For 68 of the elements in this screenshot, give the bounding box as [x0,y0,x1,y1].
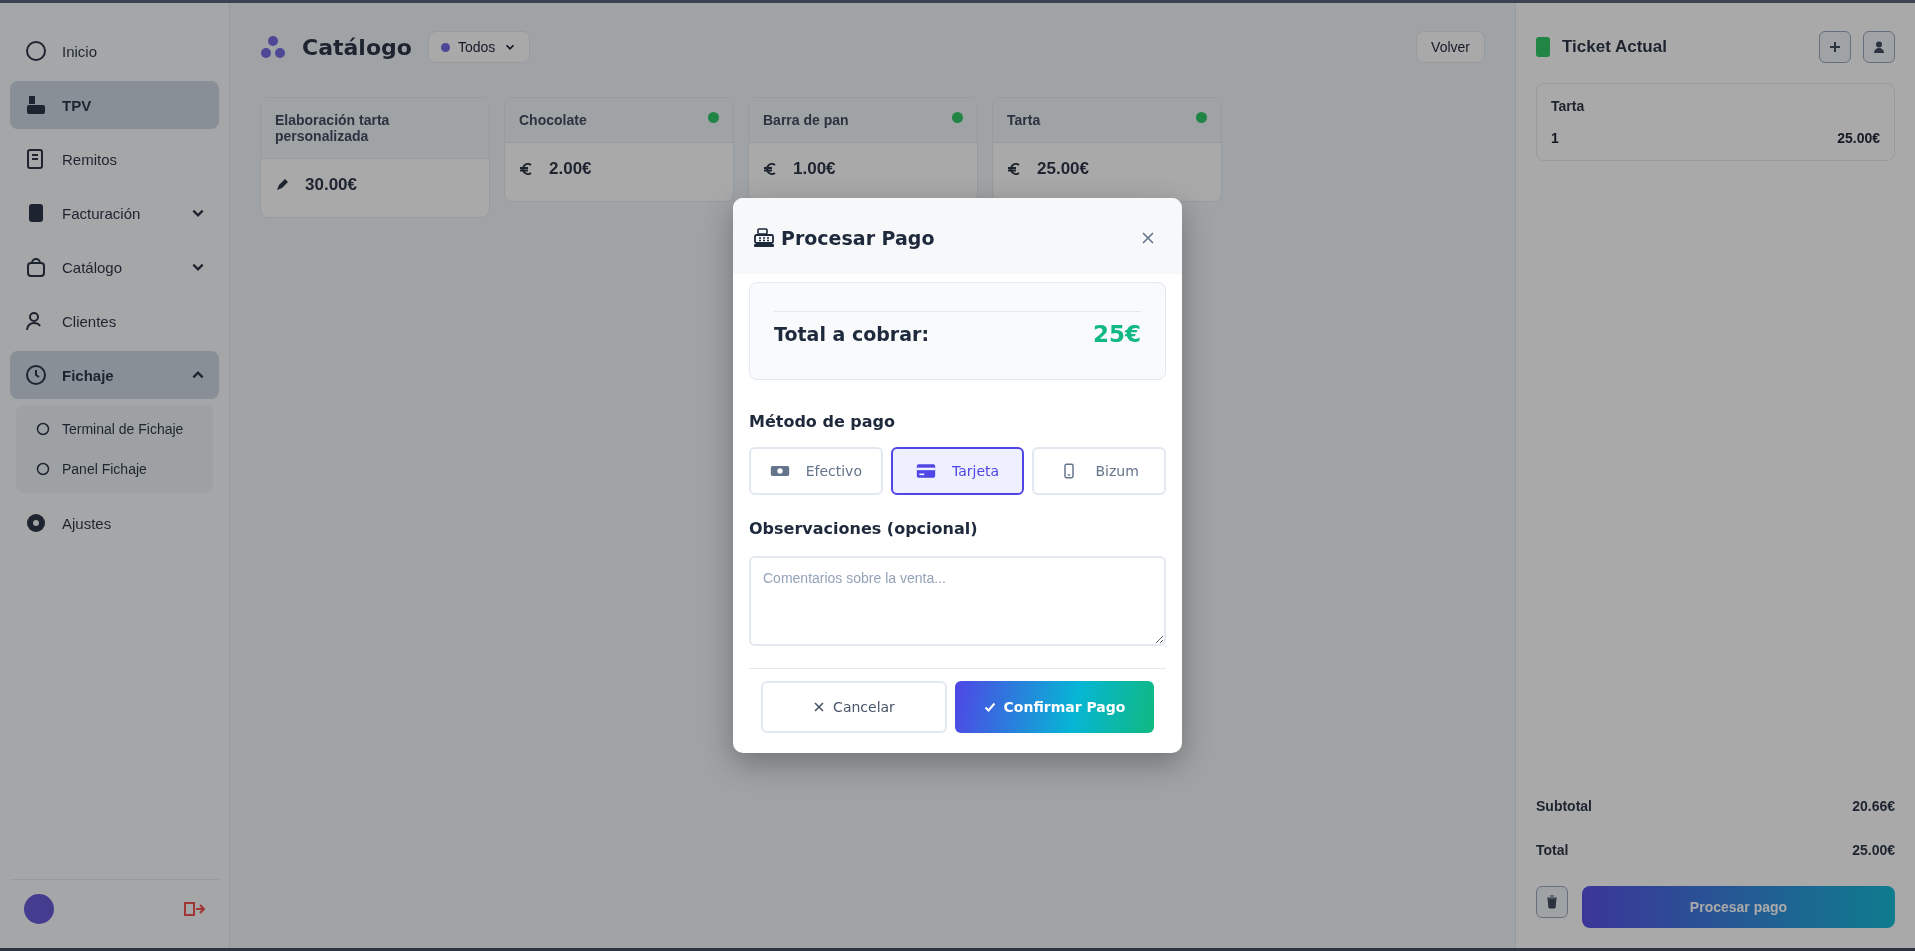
sidebar-item[interactable]: Inicio [10,27,219,75]
product-card[interactable]: Elaboración tarta personalizada 30.00€ [260,97,490,218]
logout-icon[interactable] [183,901,205,917]
sidebar-item[interactable]: TPV [10,81,219,129]
check-icon [983,701,996,713]
page-title: Catálogo [302,34,412,60]
product-price: 1.00€ [793,159,836,179]
back-button[interactable]: Volver [1416,31,1485,63]
euro-icon [1007,162,1021,176]
clock-icon [24,363,48,387]
section-label: Método de pago [749,412,896,431]
total-label: Total [1536,842,1569,858]
sidebar-item[interactable]: Remitos [10,135,219,183]
section-label: Observaciones (opcional) [749,519,979,538]
product-card[interactable]: Chocolate 2.00€ [504,97,734,202]
line-amount: 25.00€ [1837,130,1880,146]
pencil-icon [275,178,289,192]
payment-method-button[interactable]: Bizum [1032,447,1166,495]
product-price: 25.00€ [1037,159,1089,179]
product-name: Tarta [1007,112,1041,128]
product-name: Barra de pan [763,112,849,128]
product-card[interactable]: Tarta 25.00€ [992,97,1222,202]
circle-icon [36,422,50,436]
circle-icon [36,462,50,476]
plus-button[interactable] [1819,31,1851,63]
trash-icon [1545,895,1559,909]
notes-field[interactable]: Comentarios sobre la venta... [749,556,1166,646]
sidebar-item[interactable]: Clientes [10,297,219,345]
product-name: Chocolate [519,112,587,128]
sidebar-item[interactable]: Facturación [10,189,219,237]
subtotal-label: Subtotal [1536,798,1592,814]
process-payment-button[interactable]: Procesar pago [1582,886,1895,928]
user-icon [1872,40,1886,54]
circle-icon [24,39,48,63]
bag-icon [24,255,48,279]
trash-button[interactable] [1536,886,1568,918]
submenu-item[interactable]: Terminal de Fichaje [22,411,207,447]
user-button[interactable] [1863,31,1895,63]
quantity: 1 [1551,130,1559,146]
payment-method-button[interactable]: Efectivo [749,447,883,495]
product-price: 30.00€ [305,175,357,195]
avatar[interactable] [24,894,54,924]
cancel-button[interactable]: Cancelar [761,681,947,733]
close-icon [813,701,826,713]
people-icon [260,34,286,60]
dot-icon [440,42,450,52]
dialog-title: Procesar Pago [781,227,935,249]
product-price: 2.00€ [549,159,592,179]
sidebar-item[interactable]: Catálogo [10,243,219,291]
credit-card-icon [915,463,936,479]
submenu-item[interactable]: Panel Fichaje [22,451,207,487]
sidebar-item[interactable]: Ajustes [10,499,219,547]
banknote-icon [769,463,790,479]
total-value: 25.00€ [1852,842,1895,858]
filter-dropdown[interactable]: Todos [427,31,531,63]
total-label: Total a cobrar: [774,322,930,345]
payment-method-button[interactable]: Tarjeta [890,447,1025,495]
item-name: Tarta [1551,98,1586,114]
total-amount: 25€ [1093,320,1141,347]
euro-icon [763,162,777,176]
ticket-title: Ticket Actual [1562,37,1667,57]
sidebar-item[interactable]: Fichaje [10,351,219,399]
plus-icon [1828,40,1842,54]
confirm-payment-button[interactable]: Confirmar Pago [955,681,1154,733]
euro-icon [519,162,533,176]
cash-register-icon [753,228,775,248]
subtotal-value: 20.66€ [1852,798,1895,814]
product-name: Elaboración tarta personalizada [275,112,391,144]
